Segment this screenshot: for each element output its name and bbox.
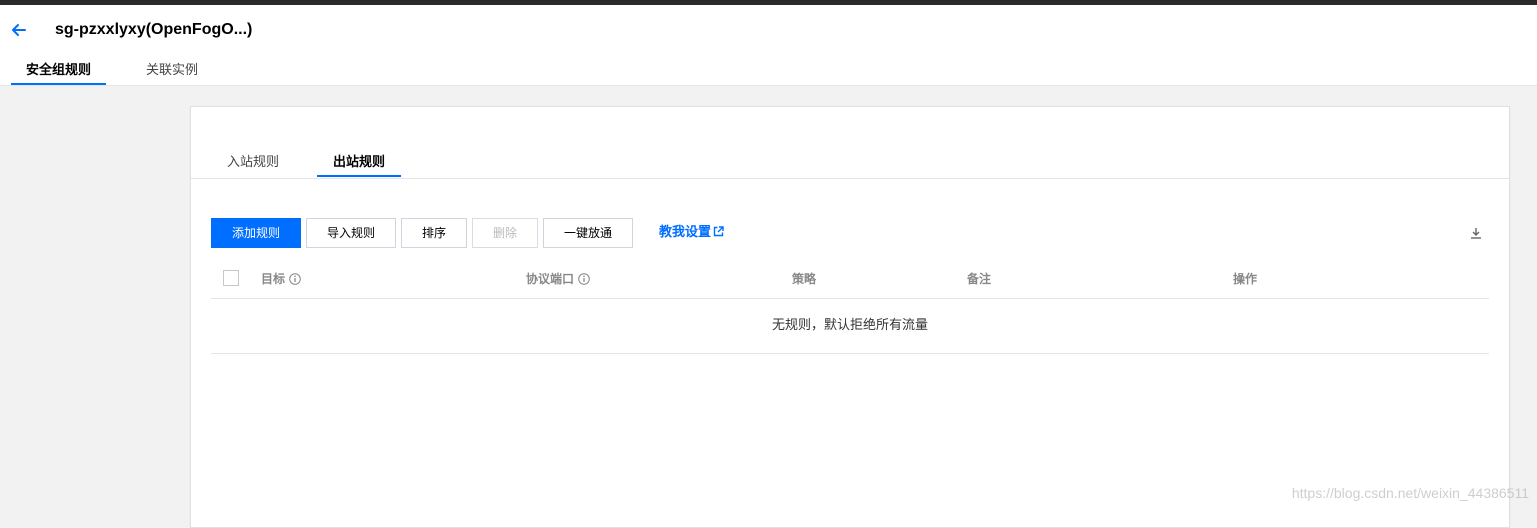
allow-all-button[interactable]: 一键放通 — [543, 218, 633, 248]
tab-associated-instances[interactable]: 关联实例 — [146, 62, 198, 85]
table-header: 目标 协议端口 策略 备注 操作 — [211, 260, 1489, 299]
download-icon[interactable] — [1469, 226, 1483, 240]
tab-label: 入站规则 — [227, 154, 280, 169]
add-rule-button[interactable]: 添加规则 — [211, 218, 301, 248]
column-header-actions: 操作 — [1233, 272, 1258, 286]
table-empty-row: 无规则，默认拒绝所有流量 — [211, 299, 1489, 354]
column-header-policy: 策略 — [792, 272, 817, 286]
info-icon[interactable] — [578, 273, 590, 285]
tab-inbound-rules[interactable]: 入站规则 — [227, 154, 279, 177]
back-button[interactable] — [8, 19, 30, 41]
page-header: sg-pzxxlyxy(OpenFogO...) 安全组规则 关联实例 — [0, 5, 1537, 86]
external-link-icon — [713, 226, 724, 237]
column-header-target: 目标 — [261, 271, 301, 287]
rules-tabs: 入站规则 出站规则 — [191, 107, 1509, 179]
column-header-remark: 备注 — [967, 272, 992, 286]
watermark: https://blog.csdn.net/weixin_44386511 — [1291, 485, 1529, 501]
sort-button[interactable]: 排序 — [401, 218, 467, 248]
tab-label: 出站规则 — [333, 154, 386, 169]
arrow-left-icon — [12, 24, 26, 36]
tab-label: 安全组规则 — [26, 62, 92, 77]
tab-label: 关联实例 — [146, 62, 199, 77]
empty-message: 无规则，默认拒绝所有流量 — [771, 317, 928, 332]
info-icon[interactable] — [289, 273, 301, 285]
page-title: sg-pzxxlyxy(OpenFogO...) — [55, 21, 253, 38]
column-header-protocol-port: 协议端口 — [526, 271, 590, 287]
column-label: 协议端口 — [526, 272, 575, 286]
rules-panel: 入站规则 出站规则 添加规则 导入规则 排序 删除 一键放通 教我设置 目标 协… — [190, 106, 1510, 528]
column-label: 目标 — [261, 272, 286, 286]
rules-table: 目标 协议端口 策略 备注 操作 无规则，默认拒绝所有流量 — [211, 260, 1489, 354]
active-tab-indicator — [11, 83, 107, 85]
tab-outbound-rules[interactable]: 出站规则 — [317, 154, 402, 177]
select-all-checkbox[interactable] — [223, 270, 239, 286]
import-rules-button[interactable]: 导入规则 — [306, 218, 396, 248]
help-link-label: 教我设置 — [659, 224, 712, 239]
active-tab-indicator — [317, 175, 402, 177]
delete-button[interactable]: 删除 — [472, 218, 538, 248]
tab-security-group-rules[interactable]: 安全组规则 — [11, 62, 107, 85]
help-setup-link[interactable]: 教我设置 — [659, 224, 724, 240]
